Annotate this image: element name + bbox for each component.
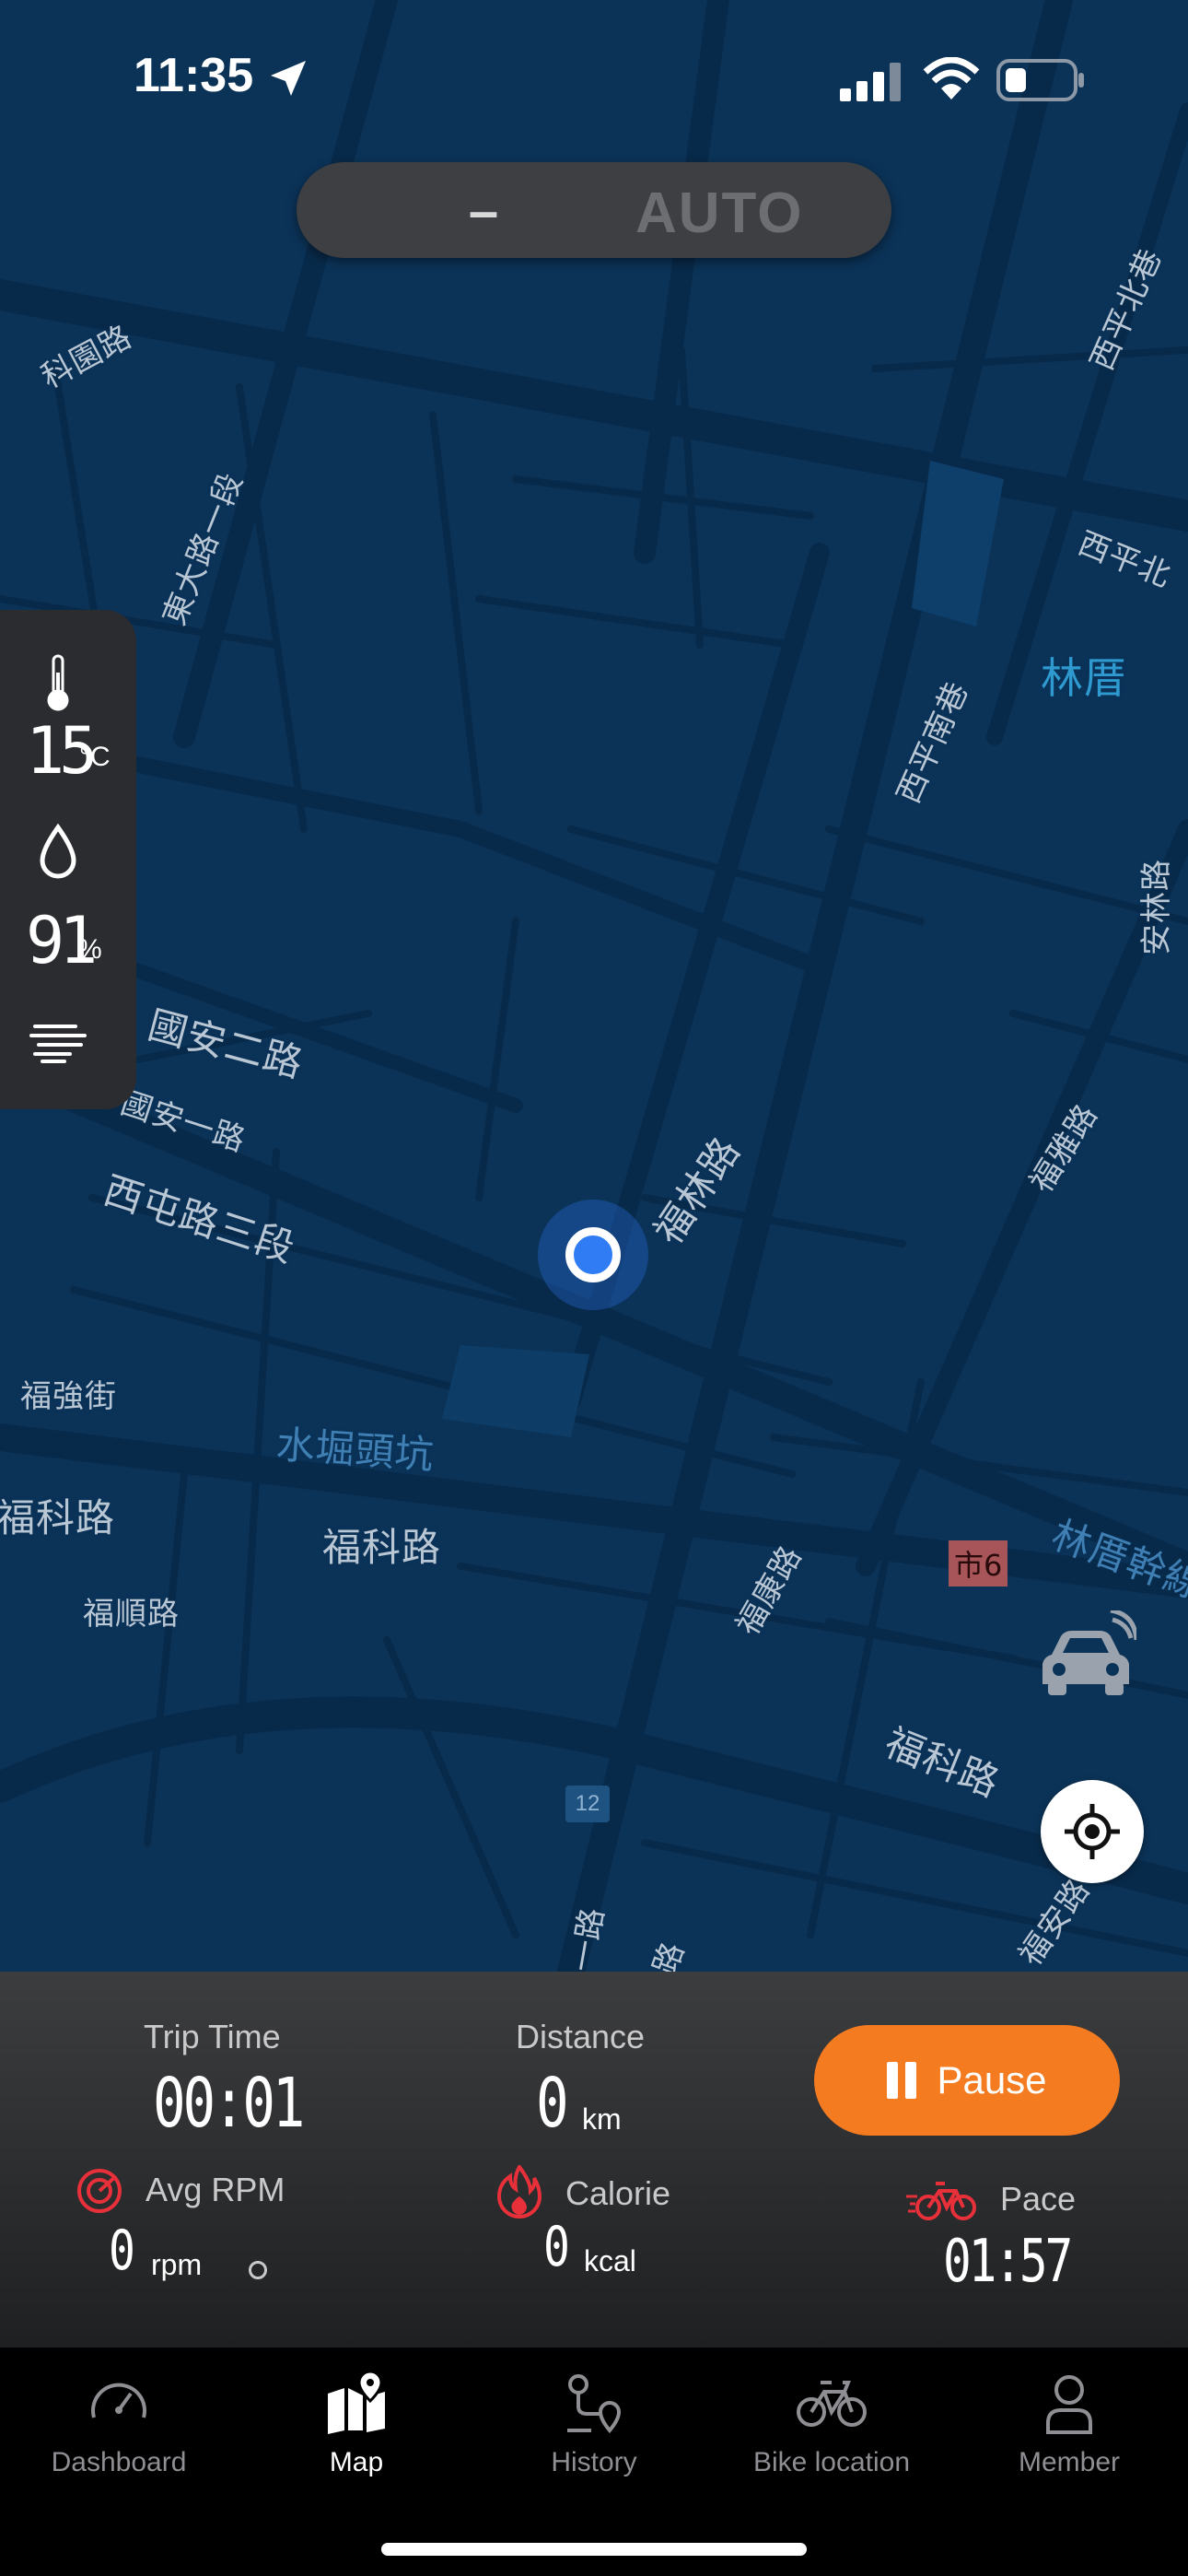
- pause-button[interactable]: Pause: [814, 2025, 1120, 2136]
- thermometer-icon: [47, 654, 69, 711]
- street-label: 福強街: [20, 1378, 117, 1415]
- calorie-unit: kcal: [584, 2244, 636, 2277]
- rpm-indicator-dot: [249, 2261, 267, 2279]
- humidity-drop-icon: [40, 824, 76, 879]
- tab-label: History: [551, 2447, 637, 2477]
- auto-mode-label[interactable]: AUTO: [635, 181, 804, 246]
- assist-level-value[interactable]: –: [433, 181, 534, 242]
- battery-icon: [996, 59, 1084, 101]
- tab-map[interactable]: Map: [238, 2370, 475, 2499]
- tab-label: Map: [329, 2447, 384, 2477]
- tab-member[interactable]: Member: [950, 2370, 1188, 2499]
- trip-time-value: 00:01: [153, 2064, 305, 2143]
- trip-time-label: Trip Time: [144, 2018, 281, 2055]
- humidity-unit: %: [77, 934, 102, 965]
- tab-label: Dashboard: [51, 2447, 187, 2477]
- distance-value: 0: [536, 2064, 569, 2143]
- pace-bike-icon: [906, 2182, 976, 2220]
- pause-icon: [887, 2062, 917, 2099]
- temperature-unit: °C: [79, 742, 111, 772]
- avg-rpm-unit: rpm: [151, 2248, 203, 2281]
- map-roads: [0, 0, 1188, 1972]
- cellular-signal-icon: [840, 63, 901, 101]
- pause-label: Pause: [937, 2058, 1047, 2102]
- wind-icon: [29, 1025, 87, 1063]
- car-connect-icon[interactable]: [1035, 1608, 1139, 1704]
- avg-rpm-label: Avg RPM: [146, 2171, 285, 2208]
- distance-label: Distance: [516, 2018, 646, 2055]
- location-arrow-icon: [271, 61, 306, 96]
- crosshair-icon: [1065, 1804, 1120, 1859]
- locate-me-button[interactable]: [1041, 1780, 1144, 1883]
- street-label: 福科路: [0, 1495, 116, 1540]
- person-icon: [1046, 2375, 1092, 2434]
- area-label: 水堀頭坑: [274, 1422, 437, 1478]
- calorie-label: Calorie: [565, 2174, 671, 2212]
- highway-badge: 12: [565, 1786, 610, 1822]
- bike-icon: [797, 2381, 867, 2427]
- distance-unit: km: [582, 2102, 622, 2136]
- street-label: 福順路: [83, 1596, 180, 1633]
- tab-label: Bike location: [752, 2447, 911, 2477]
- ride-stats-panel: Trip Time 00:01 Distance 0 km Pause Avg …: [0, 1972, 1188, 2348]
- wifi-icon: [923, 57, 980, 100]
- map-view[interactable]: 科園路 東大路一段 西平北巷 西平北 林厝 西平南巷 安林路 國安二路 國安一路…: [0, 0, 1188, 1972]
- city-road-badge: 市6: [949, 1540, 1008, 1587]
- bottom-tab-bar: Dashboard Map History Bike location Memb…: [0, 2348, 1188, 2576]
- user-location-marker: [538, 1200, 648, 1310]
- user-location-dot: [565, 1227, 621, 1282]
- status-bar: 11:35: [0, 0, 1188, 157]
- speedometer-icon: [91, 2383, 146, 2418]
- rpm-gauge-icon: [77, 2169, 122, 2213]
- weather-panel: 15 °C 91 %: [0, 610, 136, 1109]
- district-label: 林厝: [1041, 653, 1127, 703]
- tab-dashboard[interactable]: Dashboard: [0, 2370, 238, 2499]
- status-time: 11:35: [134, 49, 254, 102]
- route-icon: [567, 2374, 622, 2434]
- tab-history[interactable]: History: [475, 2370, 713, 2499]
- pace-value: 01:57: [943, 2228, 1073, 2296]
- tab-bike-location[interactable]: Bike location: [713, 2370, 950, 2499]
- street-label: 安林路: [1138, 859, 1175, 955]
- home-indicator[interactable]: [381, 2543, 807, 2556]
- calorie-value: 0: [543, 2215, 570, 2279]
- pace-label: Pace: [1000, 2180, 1077, 2218]
- avg-rpm-value: 0: [109, 2219, 135, 2283]
- map-icon: [328, 2370, 385, 2434]
- tab-label: Member: [1018, 2447, 1121, 2477]
- street-label: 福科路: [322, 1525, 442, 1570]
- calorie-flame-icon: [497, 2165, 542, 2219]
